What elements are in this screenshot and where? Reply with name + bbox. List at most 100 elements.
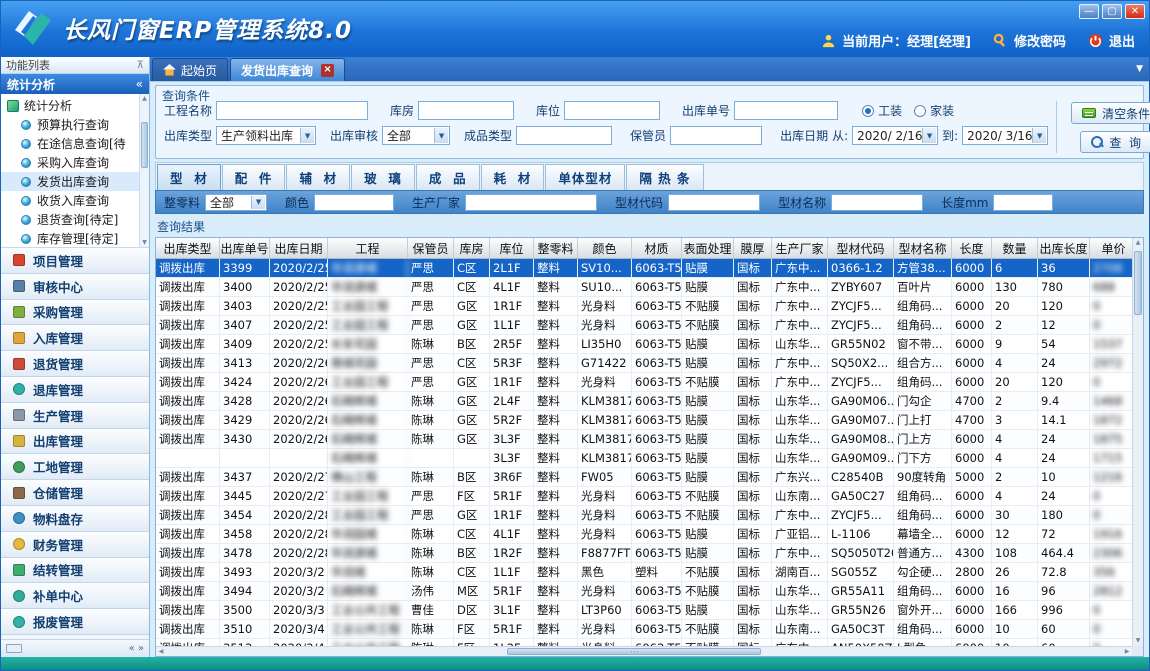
tree-item[interactable]: 采购入库查询 [1,153,149,172]
sidebar-module[interactable]: 入库管理 [1,325,149,351]
material-tab[interactable]: 型 材 [157,164,221,190]
keeper-input[interactable] [670,126,762,145]
tab-home[interactable]: 起始页 [152,58,228,81]
keyboard-icon[interactable] [6,644,22,653]
tab-shipment-outbound-query[interactable]: 发货出库查询 × [230,58,345,81]
close-button[interactable]: ✕ [1125,4,1145,19]
table-row[interactable]: 调拨出库34092020/2/25长安花园陈琳B区2R5F整料LI35H0606… [156,335,1132,354]
change-password-link[interactable]: 修改密码 [1014,31,1066,50]
table-row[interactable]: 调拨出库35132020/3/4工业公共工程陈琳F区1L2F整料光身料6063-… [156,639,1132,646]
material-tab[interactable]: 耗 材 [481,164,545,190]
column-header[interactable]: 库房 [454,238,490,258]
sidebar-module[interactable]: 退库管理 [1,377,149,403]
column-header[interactable]: 出库单号 [220,238,270,258]
search-button[interactable]: 查 询 [1080,131,1150,153]
table-row[interactable]: 调拨出库33992020/2/25华润源城严思C区2L1F整料SV10...60… [156,259,1132,278]
tab-close-icon[interactable]: × [321,64,334,77]
table-row[interactable]: 调拨出库34242020/2/26工业园工程严思G区1R1F整料光身料6063-… [156,373,1132,392]
material-tab[interactable]: 玻 璃 [351,164,415,190]
sidebar-module[interactable]: 仓储管理 [1,480,149,506]
material-tab[interactable]: 辅 材 [286,164,350,190]
logout-link[interactable]: 退出 [1109,31,1135,50]
product-type-input[interactable] [516,126,612,145]
sidebar-module[interactable]: 报废管理 [1,609,149,635]
sidebar-module[interactable]: 结转管理 [1,558,149,584]
outbound-audit-select[interactable]: 全部 [382,126,450,145]
table-row[interactable]: 调拨出库34282020/2/26石碣辉城陈琳G区2L4F整料KLM381760… [156,392,1132,411]
tree-item[interactable]: 收货入库查询 [1,191,149,210]
sidebar-module[interactable]: 退货管理 [1,351,149,377]
maker-input[interactable] [465,194,597,211]
radio-jiazhuang[interactable] [914,105,926,117]
column-header[interactable]: 膜厚 [734,238,772,258]
table-row[interactable]: 调拨出库34932020/3/2华润城陈琳C区1L1F整料黑色塑料不贴膜国标湖南… [156,563,1132,582]
tree-root[interactable]: 统计分析 [1,96,149,115]
minimize-button[interactable]: — [1079,4,1099,19]
sidebar-module[interactable]: 工地管理 [1,454,149,480]
scroll-right-icon[interactable]: ▶ [1122,647,1132,656]
scroll-down-icon[interactable]: ▼ [140,238,149,247]
order-no-input[interactable] [734,101,838,120]
project-name-input[interactable] [216,101,368,120]
column-header[interactable]: 生产厂家 [772,238,828,258]
column-header[interactable]: 整零料 [534,238,578,258]
scroll-up-icon[interactable]: ▲ [140,94,149,103]
table-row[interactable]: 调拨出库35002020/3/3工业公共工程曹佳D区3L1F整料LT3P6060… [156,601,1132,620]
tree-item[interactable]: 预算执行查询 [1,115,149,134]
sidebar-module[interactable]: 项目管理 [1,248,149,274]
column-header[interactable]: 型材代码 [828,238,894,258]
table-row[interactable]: 调拨出库34942020/3/2石碣辉城汤伟M区5R1F整料光身料6063-T5… [156,582,1132,601]
vertical-scrollbar[interactable]: ▲ ▼ [1132,238,1143,646]
sidebar-module[interactable]: 审核中心 [1,274,149,300]
horizontal-scroll-thumb[interactable] [507,648,761,655]
profile-name-input[interactable] [831,194,923,211]
tree-scroll-thumb[interactable] [141,122,148,168]
scroll-down-icon[interactable]: ▼ [1133,636,1143,646]
tab-overflow-caret-icon[interactable]: ▼ [1136,64,1143,74]
material-tab[interactable]: 成 品 [416,164,480,190]
table-row[interactable]: 调拨出库34132020/2/26南城花园严思C区5R3F整料G71422606… [156,354,1132,373]
tree-scrollbar[interactable]: ▲ ▼ [139,94,149,247]
clear-conditions-button[interactable]: 清空条件 [1071,102,1150,124]
material-tab[interactable]: 单体型材 [545,164,625,190]
sidebar-module[interactable]: 物料盘存 [1,506,149,532]
table-row[interactable]: 调拨出库34072020/2/25工业园工程严思G区1L1F整料光身料6063-… [156,316,1132,335]
table-row[interactable]: 调拨出库34002020/2/25华润源城严思C区4L1F整料SU10...60… [156,278,1132,297]
column-header[interactable]: 单价 [1090,238,1132,258]
tree-item[interactable]: 在途信息查询[待 [1,134,149,153]
column-header[interactable]: 出库日期 [270,238,328,258]
column-header[interactable]: 出库类型 [156,238,220,258]
location-input[interactable] [564,101,660,120]
date-from-picker[interactable]: 2020/ 2/16 [852,126,938,145]
whole-piece-select[interactable]: 全部 [205,194,267,211]
column-header[interactable]: 数量 [992,238,1038,258]
table-row[interactable]: 调拨出库34452020/2/27工业园工程严思F区5R1F整料光身料6063-… [156,487,1132,506]
column-header[interactable]: 出库长度 [1038,238,1090,258]
material-tab[interactable]: 隔 热 条 [626,164,703,190]
length-input[interactable] [993,194,1053,211]
collapse-icon[interactable]: « [136,77,143,91]
scroll-left-icon[interactable]: ◀ [156,647,166,656]
table-row[interactable]: 调拨出库34302020/2/26石碣辉城陈琳G区3L3F整料KLM381760… [156,430,1132,449]
column-header[interactable]: 材质 [632,238,682,258]
sidebar-module[interactable]: 生产管理 [1,403,149,429]
outbound-type-select[interactable]: 生产领料出库 [216,126,316,145]
date-to-picker[interactable]: 2020/ 3/16 [962,126,1048,145]
column-header[interactable]: 表面处理 [682,238,734,258]
warehouse-input[interactable] [418,101,514,120]
sidebar-module[interactable]: 财务管理 [1,532,149,558]
material-tab[interactable]: 配 件 [222,164,286,190]
column-header[interactable]: 长度 [952,238,992,258]
profile-code-input[interactable] [668,194,760,211]
table-row[interactable]: 调拨出库34582020/2/28华润园城陈琳C区4L1F整料光身料6063-T… [156,525,1132,544]
table-row[interactable]: 调拨出库34542020/2/28工业园工程严思G区1R1F整料光身料6063-… [156,506,1132,525]
sidebar-footer-arrows-icon[interactable]: « » [129,643,144,654]
vertical-scroll-thumb[interactable] [1134,251,1142,315]
sidebar-module[interactable]: 补单中心 [1,583,149,609]
column-header[interactable]: 型材名称 [894,238,952,258]
radio-gongzhuang[interactable] [862,105,874,117]
tree-item[interactable]: 退货查询[待定] [1,210,149,229]
column-header[interactable]: 库位 [490,238,534,258]
table-row[interactable]: 石碣辉城3L3F整料KLM38176063-T5贴膜国标山东华...GA90M0… [156,449,1132,468]
maximize-button[interactable]: ▢ [1102,4,1122,19]
